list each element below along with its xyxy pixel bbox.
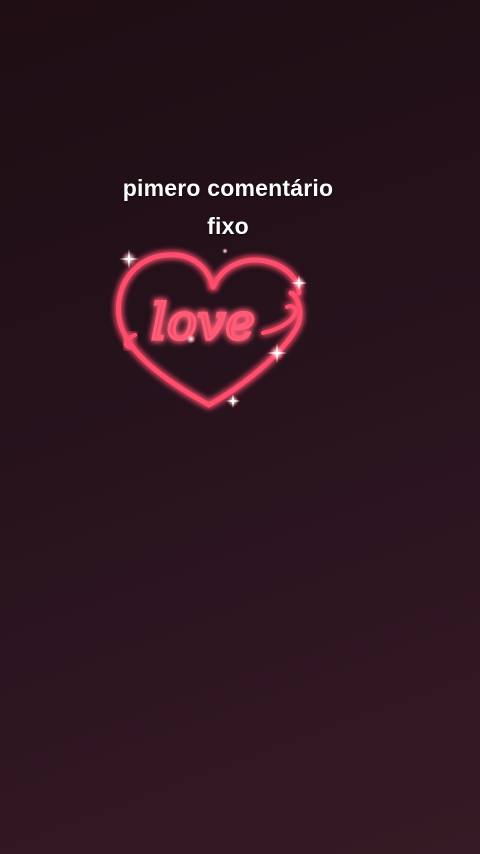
neon-heart-icon: love [116, 248, 307, 408]
sparkle-icon [186, 334, 196, 344]
love-tail [261, 304, 298, 335]
video-frame: pimero comentário fixo love [0, 0, 480, 854]
caption-line-1: pimero comentário [122, 175, 334, 201]
sparkle-icon [222, 248, 228, 254]
heart-top-right [210, 257, 302, 296]
love-word: love [151, 293, 255, 351]
